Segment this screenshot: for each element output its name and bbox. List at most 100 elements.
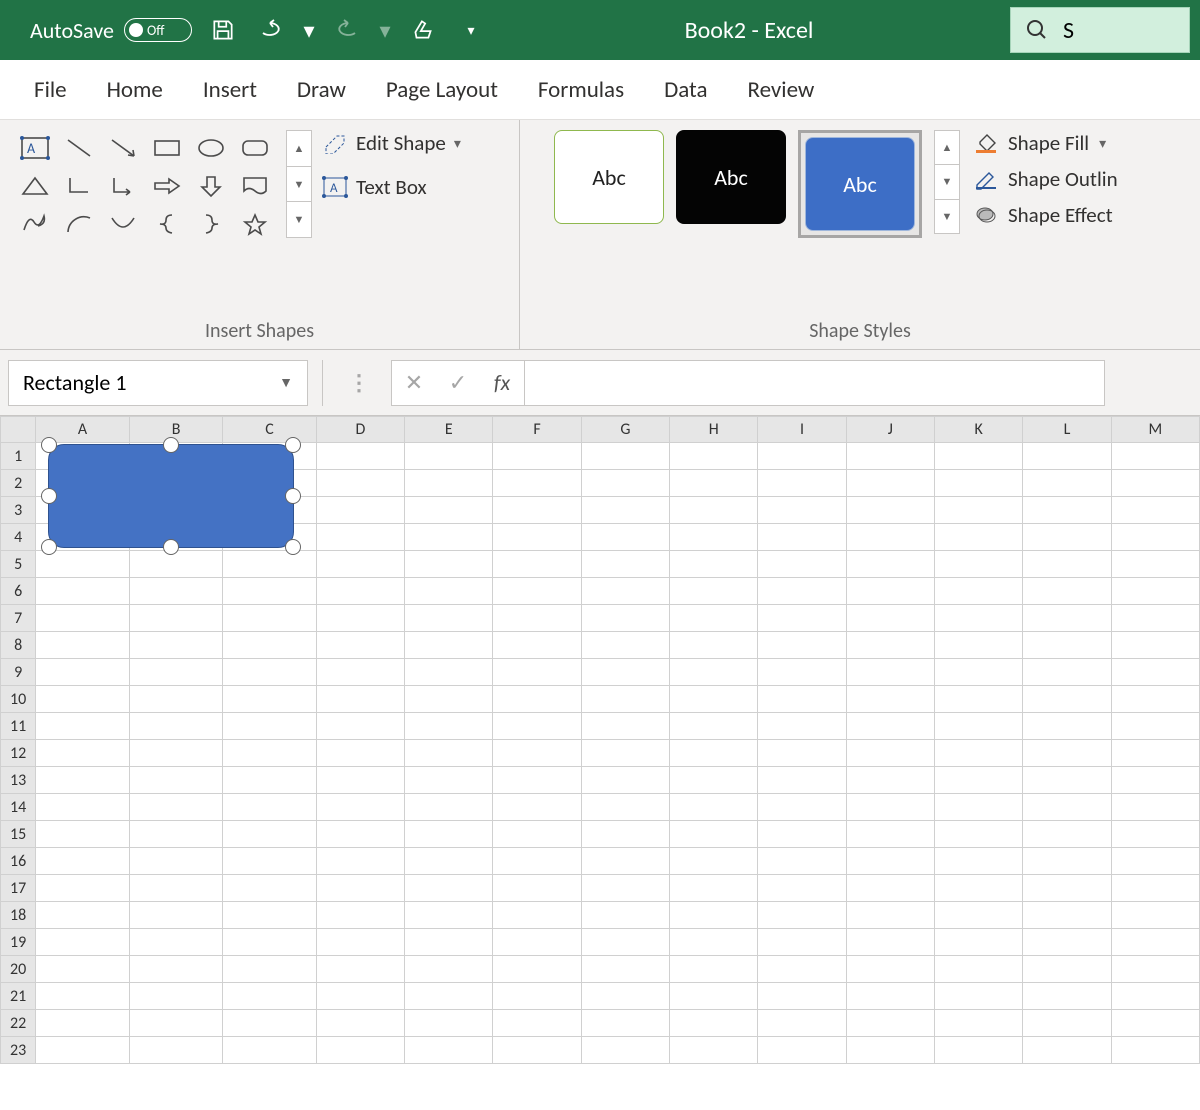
cell-H3[interactable] [670, 497, 758, 524]
cell-L3[interactable] [1023, 497, 1111, 524]
cell-I9[interactable] [758, 659, 846, 686]
cell-L15[interactable] [1023, 821, 1111, 848]
cell-G21[interactable] [581, 983, 669, 1010]
cell-F15[interactable] [493, 821, 581, 848]
cell-G23[interactable] [581, 1037, 669, 1064]
cell-L18[interactable] [1023, 902, 1111, 929]
cell-B12[interactable] [129, 740, 223, 767]
row-header-4[interactable]: 4 [1, 524, 36, 551]
cell-J3[interactable] [846, 497, 934, 524]
cell-D2[interactable] [316, 470, 404, 497]
shape-right-arrow-icon[interactable] [146, 168, 188, 204]
cell-K9[interactable] [935, 659, 1023, 686]
cell-K5[interactable] [935, 551, 1023, 578]
cell-J17[interactable] [846, 875, 934, 902]
cell-C11[interactable] [223, 713, 317, 740]
quick-access-customize[interactable]: ▾ [454, 13, 488, 47]
cell-K16[interactable] [935, 848, 1023, 875]
cell-J20[interactable] [846, 956, 934, 983]
cell-L23[interactable] [1023, 1037, 1111, 1064]
shapes-gallery[interactable]: A [14, 130, 276, 242]
tab-file[interactable]: File [34, 76, 67, 104]
cell-L16[interactable] [1023, 848, 1111, 875]
cell-E21[interactable] [405, 983, 493, 1010]
cell-M14[interactable] [1111, 794, 1199, 821]
cell-A7[interactable] [36, 605, 130, 632]
cell-J16[interactable] [846, 848, 934, 875]
cell-J22[interactable] [846, 1010, 934, 1037]
cell-B19[interactable] [129, 929, 223, 956]
tab-home[interactable]: Home [107, 76, 163, 104]
cell-A17[interactable] [36, 875, 130, 902]
name-box-dropdown-icon[interactable]: ▼ [279, 374, 293, 391]
shape-right-brace-icon[interactable] [190, 206, 232, 242]
cell-L14[interactable] [1023, 794, 1111, 821]
cell-K22[interactable] [935, 1010, 1023, 1037]
cell-L1[interactable] [1023, 443, 1111, 470]
resize-handle-n[interactable] [163, 437, 179, 453]
undo-button[interactable] [254, 13, 288, 47]
cell-E23[interactable] [405, 1037, 493, 1064]
cell-E19[interactable] [405, 929, 493, 956]
cell-L2[interactable] [1023, 470, 1111, 497]
cell-E10[interactable] [405, 686, 493, 713]
cell-D4[interactable] [316, 524, 404, 551]
cell-L9[interactable] [1023, 659, 1111, 686]
scroll-more-icon[interactable]: ▼ [935, 200, 959, 233]
row-header-23[interactable]: 23 [1, 1037, 36, 1064]
cell-D11[interactable] [316, 713, 404, 740]
cell-M11[interactable] [1111, 713, 1199, 740]
cell-A6[interactable] [36, 578, 130, 605]
autosave-control[interactable]: AutoSave Off [10, 17, 192, 44]
cell-F7[interactable] [493, 605, 581, 632]
cell-I8[interactable] [758, 632, 846, 659]
cell-D20[interactable] [316, 956, 404, 983]
shapes-scrollbar[interactable]: ▲ ▼ ▼ [286, 130, 312, 238]
cell-F3[interactable] [493, 497, 581, 524]
cell-F4[interactable] [493, 524, 581, 551]
cell-H9[interactable] [670, 659, 758, 686]
cell-K1[interactable] [935, 443, 1023, 470]
cell-C23[interactable] [223, 1037, 317, 1064]
cell-B15[interactable] [129, 821, 223, 848]
row-header-5[interactable]: 5 [1, 551, 36, 578]
cell-H17[interactable] [670, 875, 758, 902]
row-header-17[interactable]: 17 [1, 875, 36, 902]
row-header-1[interactable]: 1 [1, 443, 36, 470]
column-header-E[interactable]: E [405, 417, 493, 443]
cell-E11[interactable] [405, 713, 493, 740]
cell-G10[interactable] [581, 686, 669, 713]
cell-I6[interactable] [758, 578, 846, 605]
cell-I3[interactable] [758, 497, 846, 524]
cell-G2[interactable] [581, 470, 669, 497]
cell-L11[interactable] [1023, 713, 1111, 740]
column-header-F[interactable]: F [493, 417, 581, 443]
shape-l-connector-icon[interactable] [58, 168, 100, 204]
cell-E20[interactable] [405, 956, 493, 983]
cell-H12[interactable] [670, 740, 758, 767]
cell-H8[interactable] [670, 632, 758, 659]
cell-C9[interactable] [223, 659, 317, 686]
cell-E8[interactable] [405, 632, 493, 659]
cell-H16[interactable] [670, 848, 758, 875]
cell-H4[interactable] [670, 524, 758, 551]
cell-B14[interactable] [129, 794, 223, 821]
cell-K7[interactable] [935, 605, 1023, 632]
cell-E4[interactable] [405, 524, 493, 551]
cell-F1[interactable] [493, 443, 581, 470]
cell-K8[interactable] [935, 632, 1023, 659]
cell-H21[interactable] [670, 983, 758, 1010]
cell-B20[interactable] [129, 956, 223, 983]
resize-handle-sw[interactable] [41, 539, 57, 555]
tab-formulas[interactable]: Formulas [538, 76, 624, 104]
cell-L20[interactable] [1023, 956, 1111, 983]
cell-G3[interactable] [581, 497, 669, 524]
cell-A23[interactable] [36, 1037, 130, 1064]
cell-J15[interactable] [846, 821, 934, 848]
cell-J5[interactable] [846, 551, 934, 578]
cell-D3[interactable] [316, 497, 404, 524]
cell-H23[interactable] [670, 1037, 758, 1064]
cell-B17[interactable] [129, 875, 223, 902]
cell-I5[interactable] [758, 551, 846, 578]
cell-F20[interactable] [493, 956, 581, 983]
